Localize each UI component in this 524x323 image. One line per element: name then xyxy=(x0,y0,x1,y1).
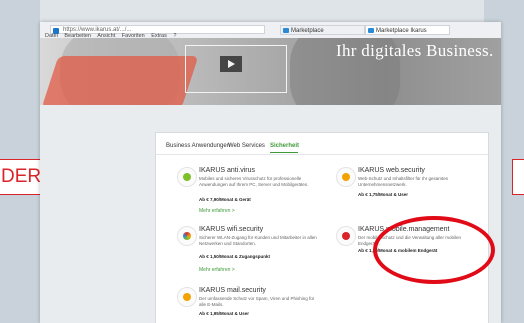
tab-business-applications[interactable]: Business Anwendungen xyxy=(166,143,230,149)
product-card-wifi-security[interactable]: IKARUS wifi.security Sicherer WLAN-Zugan… xyxy=(177,226,317,278)
product-title: IKARUS mail.security xyxy=(199,287,266,294)
product-price: Ab € 7,90/Monat & Gerät xyxy=(199,197,251,202)
browser-tab-1[interactable]: Marketplace xyxy=(280,25,365,35)
highlight-ellipse xyxy=(373,216,495,284)
product-description: Web-Schutz und Inhaltsfilter für Ihr ges… xyxy=(358,176,448,187)
product-card-web-security[interactable]: IKARUS web.security Web-Schutz und Inhal… xyxy=(336,167,481,207)
hero-banner: Ihr digitales Business. xyxy=(40,38,501,105)
monitor-icon xyxy=(177,167,197,187)
tab-icon xyxy=(283,28,289,33)
tabs-divider xyxy=(156,154,488,155)
product-card-anti-virus[interactable]: IKARUS anti.virus Mobiles und sicheres V… xyxy=(177,167,317,217)
product-description: Mobiles und sicheres Virusschutz für pro… xyxy=(199,176,309,187)
mail-icon xyxy=(177,287,197,307)
globe-icon xyxy=(336,167,356,187)
product-title: IKARUS wifi.security xyxy=(199,226,264,233)
tab-web-services[interactable]: Web Services xyxy=(228,143,265,149)
mobile-lock-icon xyxy=(336,226,356,246)
wifi-icon xyxy=(177,226,197,246)
tab-icon xyxy=(368,28,374,33)
hero-red-overlay xyxy=(41,56,199,105)
tab-label: Marketplace Ikarus xyxy=(376,28,427,34)
product-description: Sicherer WLAN-Zugang für Kunden und Mita… xyxy=(199,235,317,246)
more-link[interactable]: Mehr erfahren > xyxy=(199,208,235,214)
product-description: Der umfassende Schutz vor Spam, Viren un… xyxy=(199,296,315,307)
product-price: Ab € 1,75/Monat & User xyxy=(358,192,409,197)
tab-label: Marketplace xyxy=(291,28,324,34)
product-title: IKARUS web.security xyxy=(358,167,425,174)
tab-security[interactable]: Sicherheit xyxy=(270,143,299,149)
browser-toolbar: https://www.ikarus.at/.../... Marketplac… xyxy=(40,22,501,39)
play-icon[interactable] xyxy=(220,56,242,72)
browser-tab-2[interactable]: Marketplace Ikarus xyxy=(365,25,450,35)
hero-text: Ihr digitales Business. xyxy=(336,41,494,60)
product-price: Ab € 1,50/Monat & Zugangspunkt xyxy=(199,254,271,259)
page-content: Business Anwendungen Web Services Sicher… xyxy=(40,105,501,323)
product-price: Ab € 1,95/Monat & User xyxy=(199,311,250,316)
active-tab-indicator xyxy=(270,152,298,153)
product-card-mail-security[interactable]: IKARUS mail.security Der umfassende Schu… xyxy=(177,287,322,323)
side-label-right xyxy=(512,159,524,195)
product-title: IKARUS anti.virus xyxy=(199,167,256,174)
more-link[interactable]: Mehr erfahren > xyxy=(199,267,235,273)
